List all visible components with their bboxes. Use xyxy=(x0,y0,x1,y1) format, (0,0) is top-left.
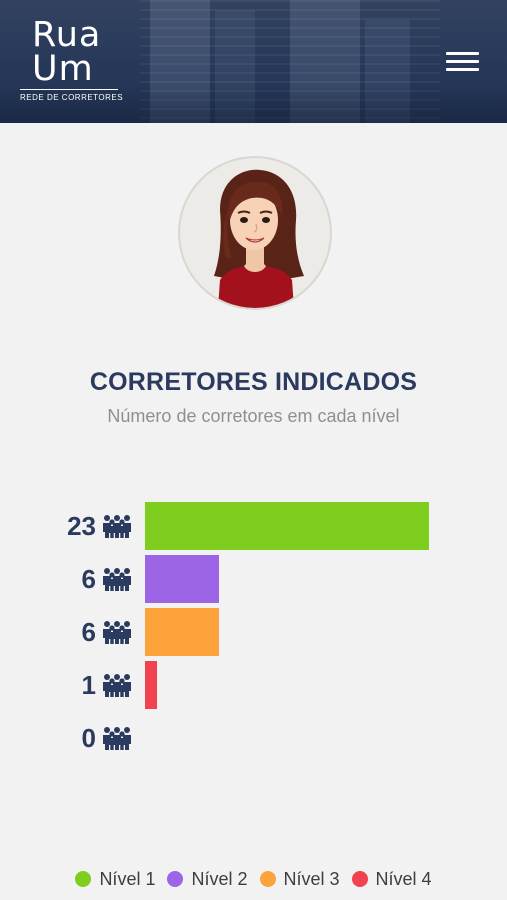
chart-value-label: 6 xyxy=(81,564,96,594)
legend-item-nivel-4[interactable]: Nível 4 xyxy=(351,868,432,890)
legend-item-nivel-1[interactable]: Nível 1 xyxy=(75,869,155,890)
legend-item-nivel-2[interactable]: Nível 2 xyxy=(167,868,248,890)
legend-label: Nível 3 xyxy=(283,868,340,889)
group-people-icon xyxy=(102,725,132,751)
legend-label: Nível 1 xyxy=(99,868,156,889)
logo-tagline: REDE DE CORRETORES xyxy=(20,93,124,102)
group-people-icon xyxy=(102,672,132,698)
group-people-icon xyxy=(102,566,132,592)
menu-line xyxy=(446,68,479,71)
chart-bar[interactable] xyxy=(145,608,219,656)
legend-dot xyxy=(75,871,92,887)
rua-um-logo[interactable]: Rua Um REDE DE CORRETORES xyxy=(20,14,124,104)
chart-row: 6 xyxy=(0,608,507,656)
logo-word-2: Um xyxy=(32,49,94,89)
group-people-icon xyxy=(102,619,132,645)
chart-bar[interactable] xyxy=(145,555,219,603)
chart-row: 1 xyxy=(0,661,507,709)
legend-label: Nível 4 xyxy=(375,868,432,889)
chart-value-label: 1 xyxy=(81,670,96,700)
app-header: Rua Um REDE DE CORRETORES xyxy=(0,0,507,123)
legend-label: Nível 2 xyxy=(191,868,248,889)
woman-avatar-icon xyxy=(214,169,304,308)
section-title: CORRETORES INDICADOS xyxy=(89,368,418,396)
chart-row: 0 xyxy=(0,714,507,762)
chart-value-label: 0 xyxy=(81,723,96,753)
chart-value-label: 23 xyxy=(67,511,96,541)
menu-line xyxy=(446,60,479,63)
hamburger-menu-icon[interactable] xyxy=(446,50,482,76)
chart-legend: Nível 1 Nível 2 Nível 3 Nível 4 xyxy=(0,868,507,890)
chart-value-label: 6 xyxy=(81,617,96,647)
section-subtitle: Número de corretores em cada nível xyxy=(107,406,400,426)
menu-line xyxy=(446,52,479,55)
legend-dot xyxy=(167,871,184,887)
chart-bar[interactable] xyxy=(145,502,429,550)
group-people-icon xyxy=(102,513,132,539)
logo-divider xyxy=(20,89,118,90)
chart-row: 23 xyxy=(0,502,507,550)
chart-bar[interactable] xyxy=(145,661,157,709)
legend-dot xyxy=(259,871,276,887)
chart-row: 6 xyxy=(0,555,507,603)
logo-word-1: Rua xyxy=(32,15,102,55)
legend-item-nivel-3[interactable]: Nível 3 xyxy=(259,868,340,890)
legend-dot xyxy=(351,871,368,887)
profile-avatar[interactable] xyxy=(178,156,332,310)
